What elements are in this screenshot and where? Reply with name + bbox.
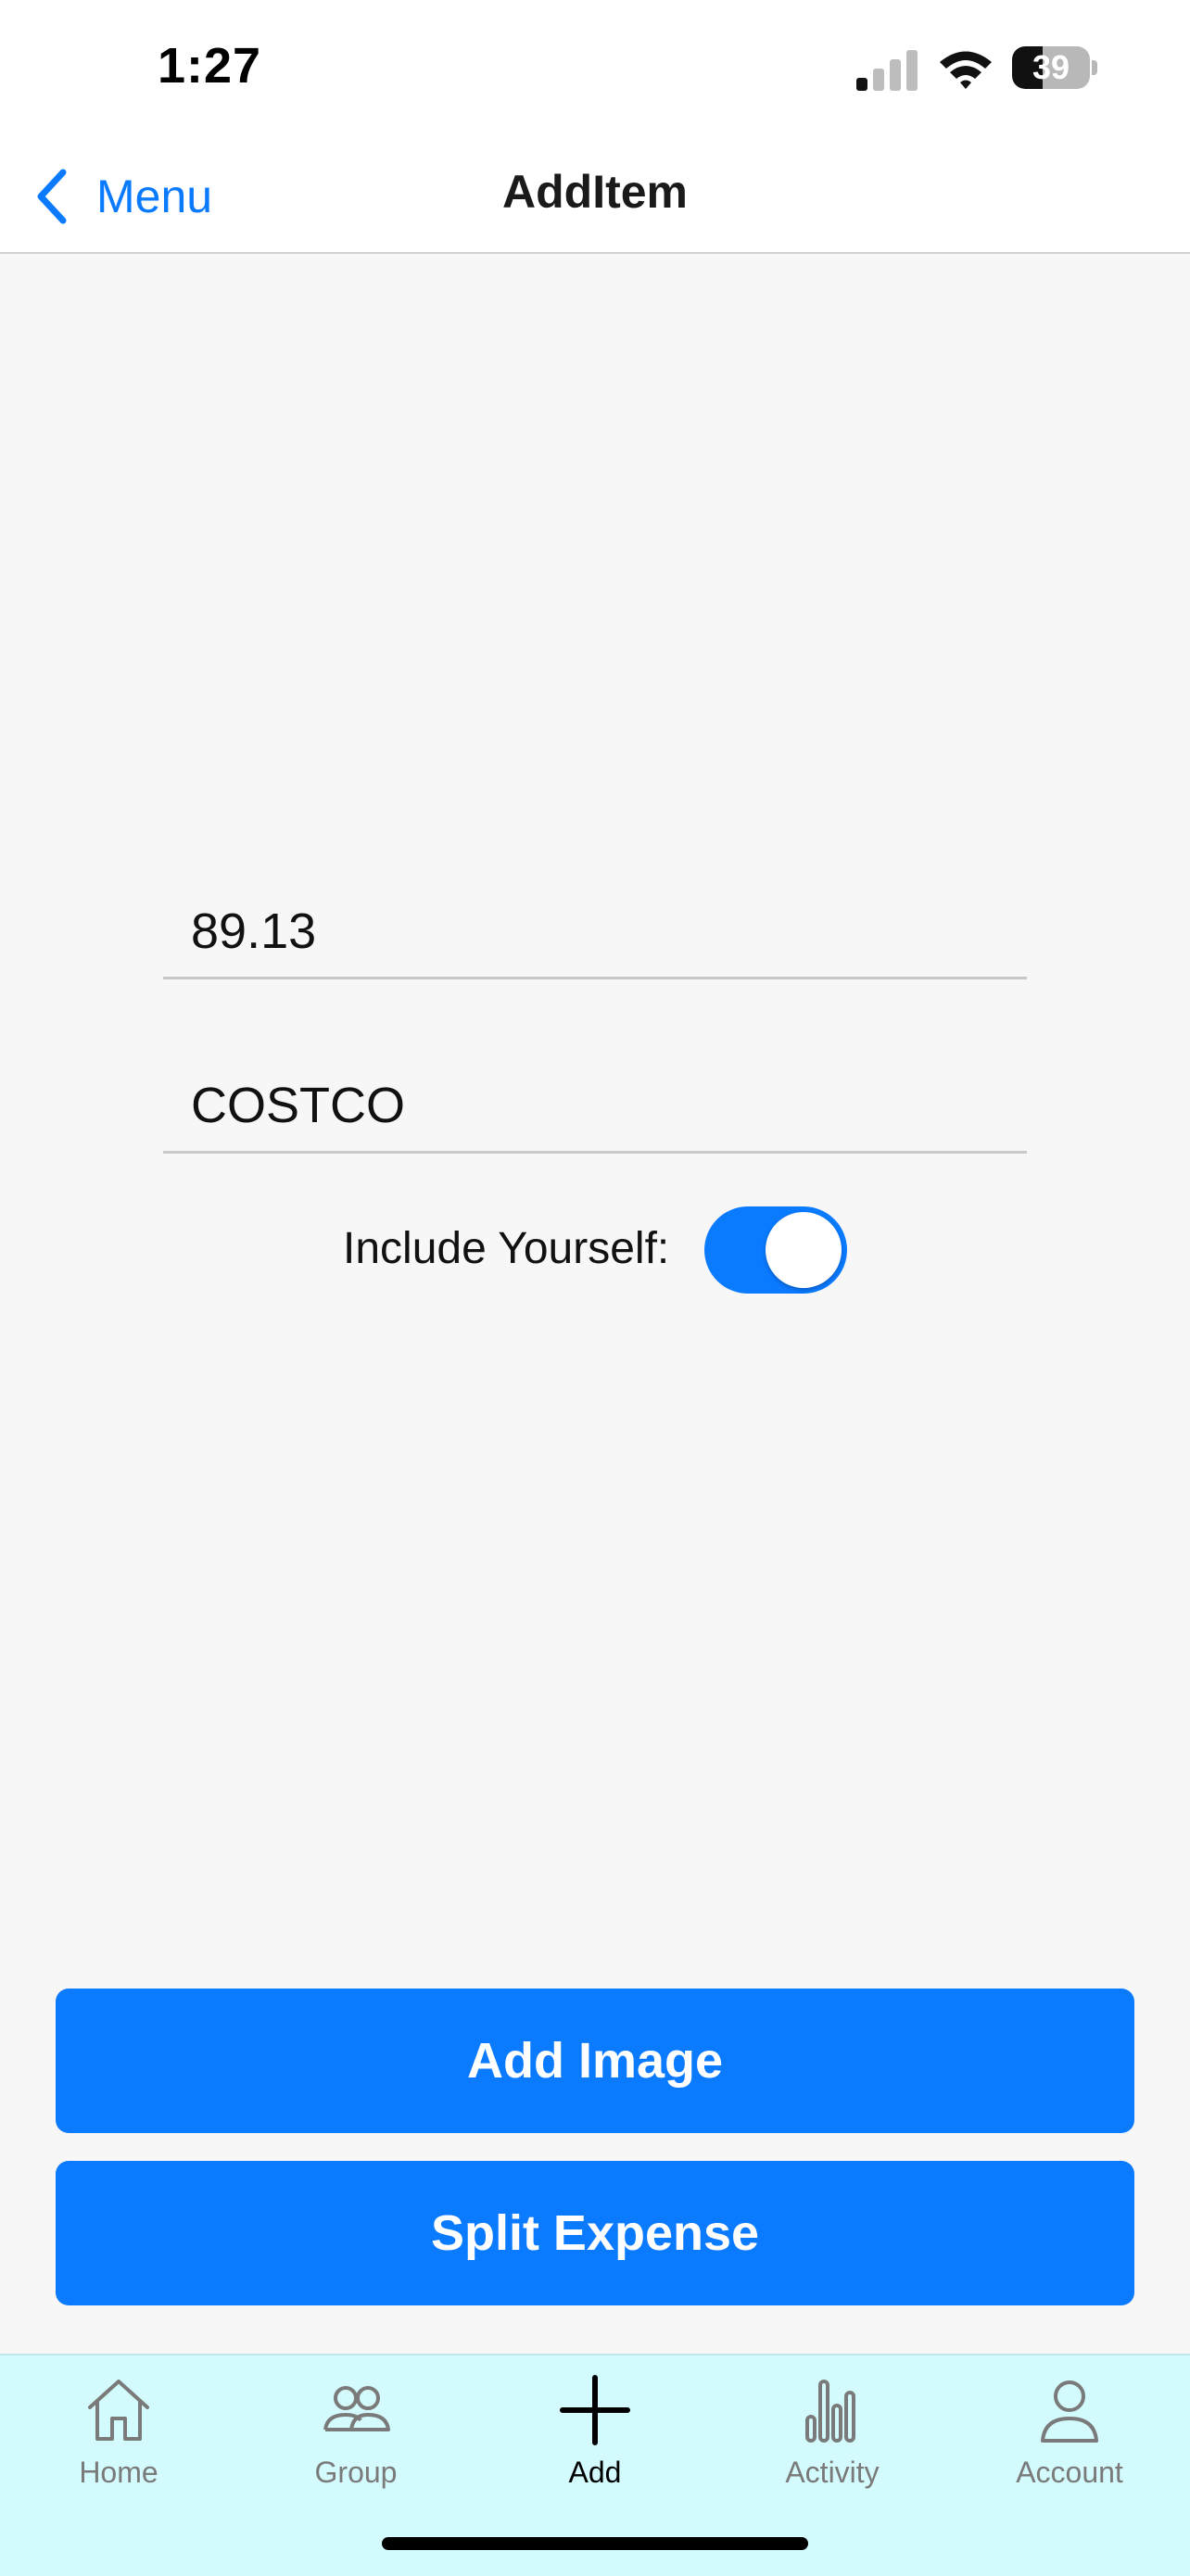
tab-label-home: Home (79, 2456, 158, 2489)
description-field (163, 1049, 1027, 1154)
chart-icon (805, 2380, 855, 2443)
tab-account[interactable]: Account (951, 2368, 1188, 2507)
tab-home[interactable]: Home (0, 2368, 237, 2507)
back-label: Menu (96, 170, 213, 222)
tab-add[interactable]: Add (476, 2368, 714, 2507)
include-yourself-label: Include Yourself: (343, 1224, 670, 1273)
home-icon (88, 2380, 149, 2441)
toggle-knob (766, 1212, 842, 1288)
split-expense-button[interactable]: Split Expense (56, 2161, 1134, 2305)
tab-activity[interactable]: Activity (714, 2368, 951, 2507)
include-yourself-row: Include Yourself: (0, 1205, 1190, 1294)
cellular-signal-icon (856, 50, 918, 91)
navigation-bar: AddItem Menu (0, 139, 1190, 254)
tab-group[interactable]: Group (237, 2368, 475, 2507)
battery-percent: 39 (1032, 48, 1070, 86)
add-image-button[interactable]: Add Image (56, 1989, 1134, 2133)
status-bar: 1:27 39 (0, 0, 1190, 139)
tab-label-group: Group (314, 2456, 398, 2489)
amount-field (163, 875, 1027, 979)
include-yourself-toggle[interactable] (704, 1206, 847, 1294)
amount-input[interactable] (191, 903, 1006, 960)
tab-label-add: Add (568, 2456, 622, 2489)
tab-label-account: Account (1016, 2456, 1123, 2489)
description-input[interactable] (191, 1077, 1006, 1134)
wifi-icon (940, 51, 992, 89)
battery-icon: 39 (1012, 46, 1097, 91)
plus-icon (560, 2375, 630, 2445)
chevron-left-icon (37, 169, 67, 224)
tab-label-activity: Activity (785, 2456, 880, 2489)
home-indicator (382, 2537, 808, 2550)
status-time: 1:27 (158, 38, 262, 94)
group-icon (323, 2386, 390, 2431)
person-icon (1041, 2380, 1098, 2443)
back-button[interactable]: Menu (33, 159, 212, 234)
